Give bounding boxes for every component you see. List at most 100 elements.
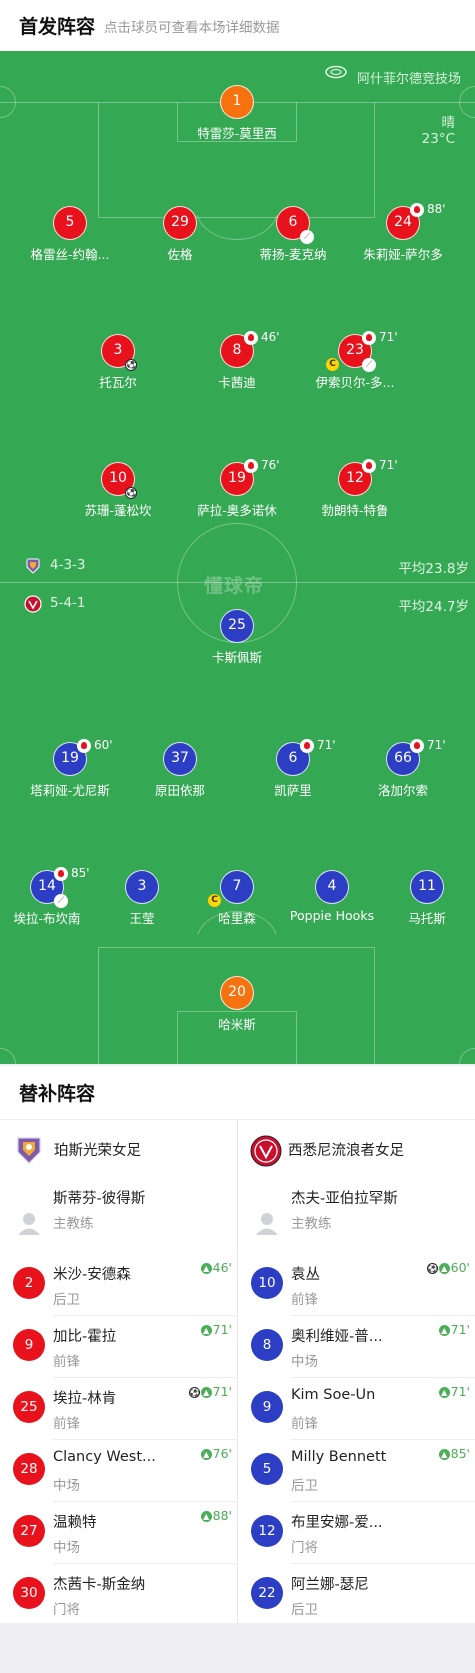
player-marker[interactable]: 25 卡斯佩斯 <box>162 609 312 665</box>
substitution-minute: 88' <box>427 202 446 216</box>
sub-in-arrow-icon: ▲ <box>438 1387 450 1398</box>
player-marker[interactable]: 66 洛加尔索 71' <box>328 738 475 798</box>
substitution-time: ⚽ ▲ 60' <box>426 1260 470 1275</box>
substitute-row[interactable]: 10 袁丛 前锋 ⚽ ▲ 60' <box>251 1253 475 1315</box>
bottom-formation-text: 5-4-1 <box>50 595 86 611</box>
substitute-row[interactable]: 27 温赖特 中场 ▲ 88' <box>13 1501 238 1563</box>
substitute-number: 12 <box>251 1515 283 1547</box>
substitute-number: 10 <box>251 1267 283 1299</box>
substitute-position: 门将 <box>291 1540 318 1556</box>
substitution-minute: 71' <box>379 330 398 344</box>
substitution-minute: 71' <box>379 458 398 472</box>
bottom-team-formation: 5-4-1 <box>24 595 86 613</box>
substitution-minute: 71' <box>427 738 446 752</box>
starting-lineup-header: 首发阵容 点击球员可查看本场详细数据 <box>0 0 475 51</box>
bottom-team-avg-age: 平均24.7岁 <box>398 599 469 615</box>
substitute-name: 米沙-安德森 <box>53 1267 131 1283</box>
substitute-row[interactable]: 30 杰茜卡-斯金纳 门将 <box>13 1563 238 1625</box>
coach-avatar-icon <box>256 1213 278 1235</box>
captain-badge: C <box>208 894 221 907</box>
sub-minute-text: 71' <box>212 1322 232 1337</box>
assist-boot-icon: ⟋ <box>362 358 376 372</box>
western-sydney-logo-icon <box>250 1135 282 1167</box>
player-marker[interactable]: 1 特雷莎-莫里西 <box>162 85 312 141</box>
substitute-row[interactable]: 2 米沙-安德森 后卫 ▲ 46' <box>13 1253 238 1315</box>
substitution-time: ▲ 85' <box>438 1446 470 1461</box>
substitutes-panel: 替补阵容 珀斯光荣女足 西悉尼流浪者女足 斯蒂芬-彼得斯 主教练 杰夫-亚伯拉罕… <box>0 1066 475 1623</box>
player-marker[interactable]: 20 哈米斯 <box>162 976 312 1032</box>
player-number: 29 <box>163 206 197 240</box>
substitute-row[interactable]: 9 加比-霍拉 前锋 ▲ 71' <box>13 1315 238 1377</box>
away-team-row[interactable]: 西悉尼流浪者女足 <box>250 1131 465 1171</box>
sub-in-arrow-icon: ▲ <box>200 1511 212 1522</box>
player-marker[interactable]: 23 伊索贝尔-多... 71' ⟋ C <box>280 330 430 390</box>
substitute-number: 9 <box>251 1391 283 1423</box>
substitute-row[interactable]: 8 奥利维娅-普... 中场 ▲ 71' <box>251 1315 475 1377</box>
player-number: 20 <box>220 976 254 1010</box>
substitute-number: 28 <box>13 1453 45 1485</box>
away-coach-role: 主教练 <box>291 1216 332 1232</box>
player-name: 伊索贝尔-多... <box>315 375 395 390</box>
substitute-number: 5 <box>251 1453 283 1485</box>
substitute-row[interactable]: 28 Clancy West... 中场 ▲ 76' <box>13 1439 238 1501</box>
sub-in-arrow-icon: ▲ <box>438 1263 450 1274</box>
assist-boot-icon: ⟋ <box>54 894 68 908</box>
player-name: 卡斯佩斯 <box>211 650 262 665</box>
substitute-row[interactable]: 12 布里安娜-爱... 门将 <box>251 1501 475 1563</box>
substitute-name: 埃拉-林肯 <box>53 1391 117 1407</box>
sub-in-arrow-icon: ▲ <box>200 1263 212 1274</box>
substitute-name: 温赖特 <box>53 1515 97 1531</box>
substitute-name: 杰茜卡-斯金纳 <box>53 1577 146 1593</box>
substitute-number: 22 <box>251 1577 283 1609</box>
substitution-minute: 76' <box>261 458 280 472</box>
player-number: 1 <box>220 85 254 119</box>
lineup-page: 首发阵容 点击球员可查看本场详细数据 阿什菲尔德竞技场 晴 23°C 懂球帝 4… <box>0 0 475 1673</box>
perth-glory-logo-icon <box>17 1137 41 1164</box>
player-name: 特雷莎-莫里西 <box>197 126 277 141</box>
assist-boot-icon: ⟋ <box>300 230 314 244</box>
substitute-name: Clancy West... <box>53 1449 156 1465</box>
sub-in-arrow-icon: ▲ <box>200 1387 212 1398</box>
venue-name: 阿什菲尔德竞技场 <box>356 72 461 87</box>
weather-condition: 晴 <box>441 115 456 131</box>
sub-minute-text: 88' <box>212 1508 232 1523</box>
home-team-name: 珀斯光荣女足 <box>54 1143 141 1159</box>
watermark: 懂球帝 <box>204 575 265 597</box>
substitute-row[interactable]: 5 Milly Bennett 后卫 ▲ 85' <box>251 1439 475 1501</box>
substitute-position: 前锋 <box>291 1292 318 1308</box>
substitute-row[interactable]: 9 Kim Soe-Un 前锋 ▲ 71' <box>251 1377 475 1439</box>
substitution-icon <box>77 739 91 753</box>
home-team-row[interactable]: 珀斯光荣女足 <box>16 1131 231 1171</box>
substitute-position: 后卫 <box>291 1478 318 1494</box>
substitution-time: ▲ 46' <box>200 1260 232 1275</box>
substitution-icon <box>300 739 314 753</box>
football-pitch: 阿什菲尔德竞技场 晴 23°C 懂球帝 4-3-3 平均23.8岁 5-4-1 … <box>0 51 475 1064</box>
player-name: 洛加尔索 <box>377 783 428 798</box>
starting-lineup-title: 首发阵容 <box>19 16 96 38</box>
player-name: 勃朗特-特鲁 <box>321 503 389 518</box>
substitute-position: 前锋 <box>291 1416 318 1432</box>
substitute-row[interactable]: 25 埃拉-林肯 前锋 ⚽ ▲ 71' <box>13 1377 238 1439</box>
substitute-number: 27 <box>13 1515 45 1547</box>
substitute-row[interactable]: 22 阿兰娜-瑟尼 后卫 <box>251 1563 475 1625</box>
substitute-number: 8 <box>251 1329 283 1361</box>
substitution-icon <box>54 867 68 881</box>
substitutes-title: 替补阵容 <box>19 1083 96 1105</box>
player-marker[interactable]: 11 马托斯 <box>352 870 475 926</box>
stadium-icon <box>325 65 347 79</box>
player-marker[interactable]: 12 勃朗特-特鲁 71' <box>280 458 430 518</box>
western-sydney-logo-icon <box>24 595 42 613</box>
substitution-time: ▲ 71' <box>438 1322 470 1337</box>
substitute-position: 门将 <box>53 1602 80 1618</box>
top-team-formation: 4-3-3 <box>24 557 86 574</box>
substitution-time: ▲ 76' <box>200 1446 232 1461</box>
sub-minute-text: 76' <box>212 1446 232 1461</box>
player-marker[interactable]: 24 朱莉娅-萨尔多 88' <box>328 202 475 262</box>
goal-ball-icon: ⚽ <box>426 1263 438 1274</box>
coach-avatar-icon <box>18 1213 40 1235</box>
top-formation-text: 4-3-3 <box>50 557 86 573</box>
home-coach-role: 主教练 <box>53 1216 94 1232</box>
substitution-time: ▲ 71' <box>200 1322 232 1337</box>
substitute-name: 奥利维娅-普... <box>291 1329 383 1345</box>
sub-minute-text: 71' <box>450 1322 470 1337</box>
